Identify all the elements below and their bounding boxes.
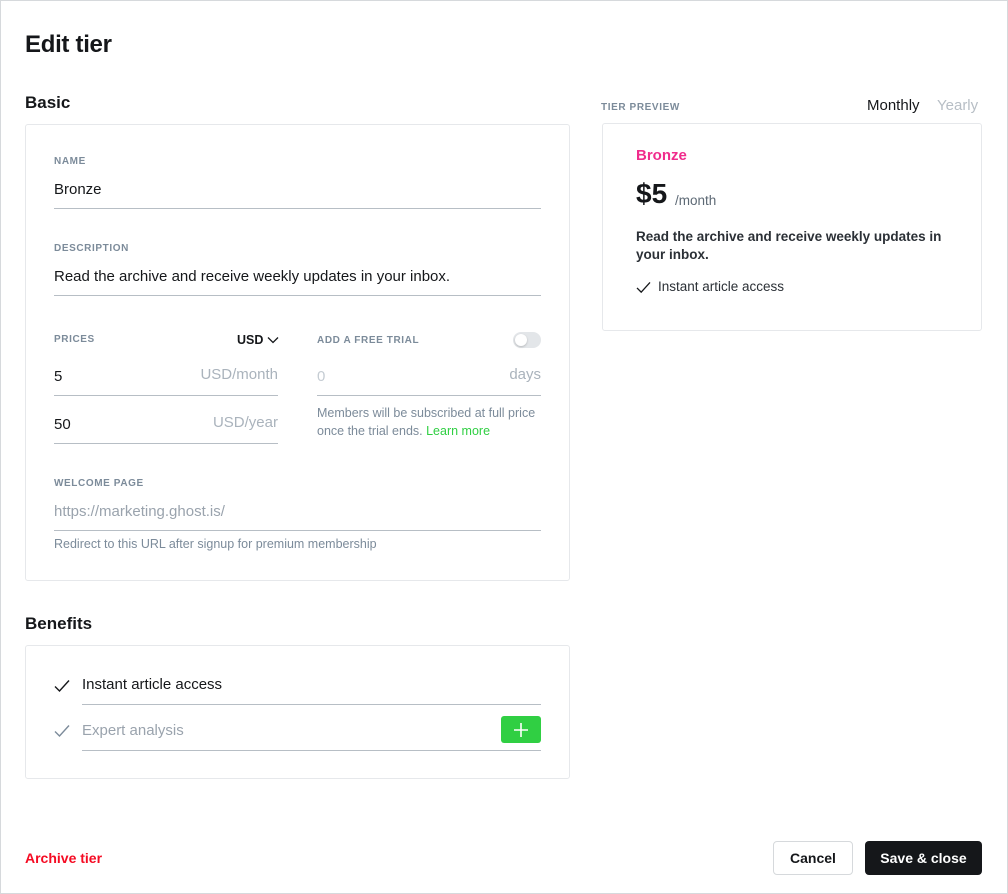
new-benefit-placeholder: Expert analysis xyxy=(82,722,184,739)
welcome-page-placeholder: https://marketing.ghost.is/ xyxy=(54,503,225,520)
preview-price-period: /month xyxy=(675,193,717,208)
benefits-card: Instant article access Expert analysis xyxy=(25,645,570,779)
name-value: Bronze xyxy=(54,181,102,198)
description-label: DESCRIPTION xyxy=(54,243,129,254)
cancel-button[interactable]: Cancel xyxy=(773,841,853,875)
free-trial-label: ADD A FREE TRIAL xyxy=(317,335,420,346)
monthly-price-field[interactable]: 5 USD/month xyxy=(54,357,278,396)
save-and-close-button[interactable]: Save & close xyxy=(865,841,982,875)
edit-tier-modal: Edit tier Basic NAME Bronze DESCRIPTION … xyxy=(0,0,1008,894)
preview-price: $5 xyxy=(636,178,668,209)
monthly-price-unit: USD/month xyxy=(200,366,278,383)
preview-tier-name: Bronze xyxy=(636,147,687,164)
prices-label: PRICES xyxy=(54,334,95,345)
learn-more-link[interactable]: Learn more xyxy=(426,424,490,438)
trial-days-unit: days xyxy=(509,366,541,383)
basic-heading: Basic xyxy=(25,93,71,112)
monthly-price-value: 5 xyxy=(54,368,63,385)
description-value: Read the archive and receive weekly upda… xyxy=(54,268,451,285)
yearly-price-field[interactable]: 50 USD/year xyxy=(54,405,278,444)
period-monthly-tab[interactable]: Monthly xyxy=(867,97,920,114)
trial-hint: Members will be subscribed at full price… xyxy=(317,404,547,440)
welcome-page-label: WELCOME PAGE xyxy=(54,478,144,489)
name-field[interactable]: Bronze xyxy=(54,171,541,209)
description-field[interactable]: Read the archive and receive weekly upda… xyxy=(54,258,541,296)
currency-select[interactable]: USD xyxy=(237,333,279,347)
add-benefit-button[interactable] xyxy=(501,716,541,743)
toggle-knob xyxy=(515,334,527,346)
check-icon xyxy=(54,680,70,693)
basic-card: NAME Bronze DESCRIPTION Read the archive… xyxy=(25,124,570,581)
trial-days-field[interactable]: 0 days xyxy=(317,357,541,396)
yearly-price-value: 50 xyxy=(54,416,71,433)
welcome-page-hint: Redirect to this URL after signup for pr… xyxy=(54,537,377,551)
tier-preview-label: TIER PREVIEW xyxy=(601,102,680,113)
benefits-heading: Benefits xyxy=(25,614,93,633)
preview-benefit-item: Instant article access xyxy=(658,279,785,294)
chevron-down-icon xyxy=(267,337,279,344)
benefit-item-label: Instant article access xyxy=(82,676,223,693)
preview-description: Read the archive and receive weekly upda… xyxy=(636,229,942,262)
new-benefit-input[interactable]: Expert analysis xyxy=(82,714,541,751)
benefit-item[interactable]: Instant article access xyxy=(82,668,541,705)
yearly-price-unit: USD/year xyxy=(212,414,278,431)
free-trial-toggle[interactable] xyxy=(513,332,541,348)
tier-preview-card: Bronze $5 /month Read the archive and re… xyxy=(602,123,982,331)
archive-tier-button[interactable]: Archive tier xyxy=(25,850,102,866)
trial-days-placeholder: 0 xyxy=(317,368,326,385)
name-label: NAME xyxy=(54,156,86,167)
period-yearly-tab[interactable]: Yearly xyxy=(937,97,978,114)
page-title: Edit tier xyxy=(25,31,112,58)
check-icon xyxy=(636,281,651,294)
check-icon xyxy=(54,725,70,738)
plus-icon xyxy=(514,722,528,737)
welcome-page-field[interactable]: https://marketing.ghost.is/ xyxy=(54,492,541,531)
currency-value: USD xyxy=(237,333,264,347)
